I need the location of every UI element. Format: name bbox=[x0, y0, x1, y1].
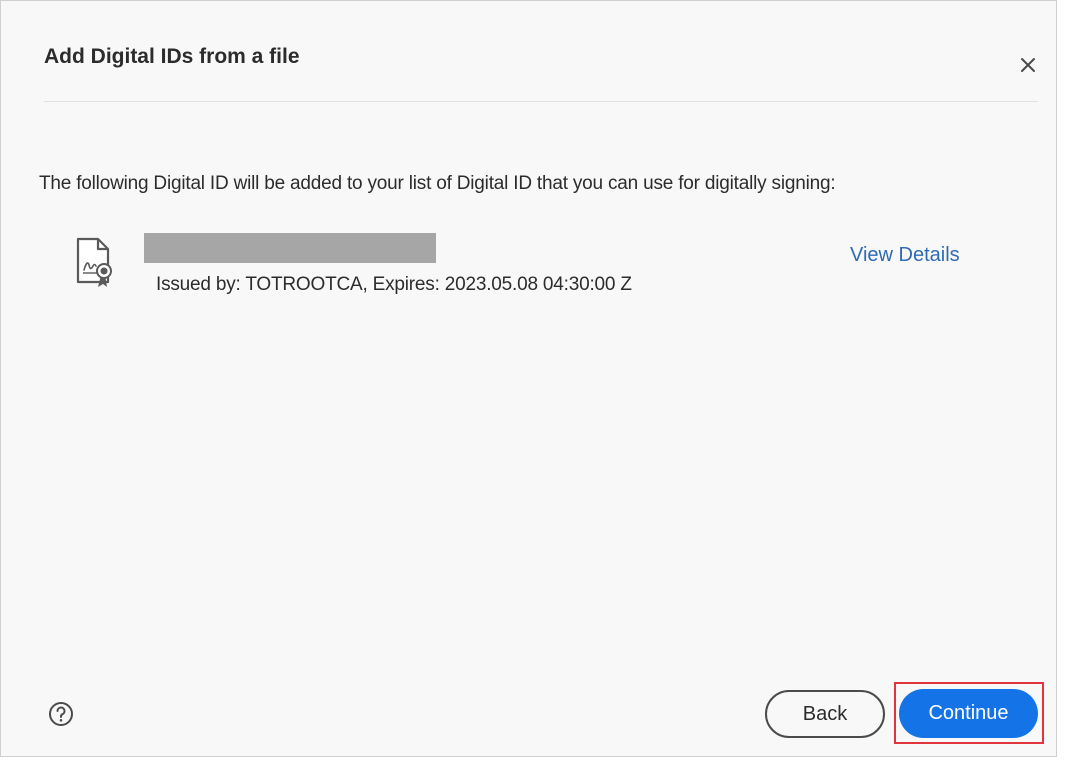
back-button[interactable]: Back bbox=[765, 690, 885, 738]
issued-by-text: Issued by: TOTROOTCA, Expires: 2023.05.0… bbox=[156, 274, 632, 295]
continue-button[interactable]: Continue bbox=[899, 689, 1038, 738]
certificate-document-icon bbox=[76, 237, 112, 287]
add-digital-ids-dialog: Add Digital IDs from a file The followin… bbox=[0, 0, 1057, 757]
help-icon[interactable] bbox=[48, 701, 74, 727]
view-details-link[interactable]: View Details bbox=[850, 244, 960, 267]
intro-text: The following Digital ID will be added t… bbox=[39, 173, 836, 194]
redacted-digital-id-name bbox=[144, 233, 436, 263]
dialog-title: Add Digital IDs from a file bbox=[44, 45, 300, 68]
close-button[interactable] bbox=[1012, 49, 1044, 81]
close-icon bbox=[1021, 58, 1035, 72]
title-divider bbox=[44, 101, 1038, 102]
